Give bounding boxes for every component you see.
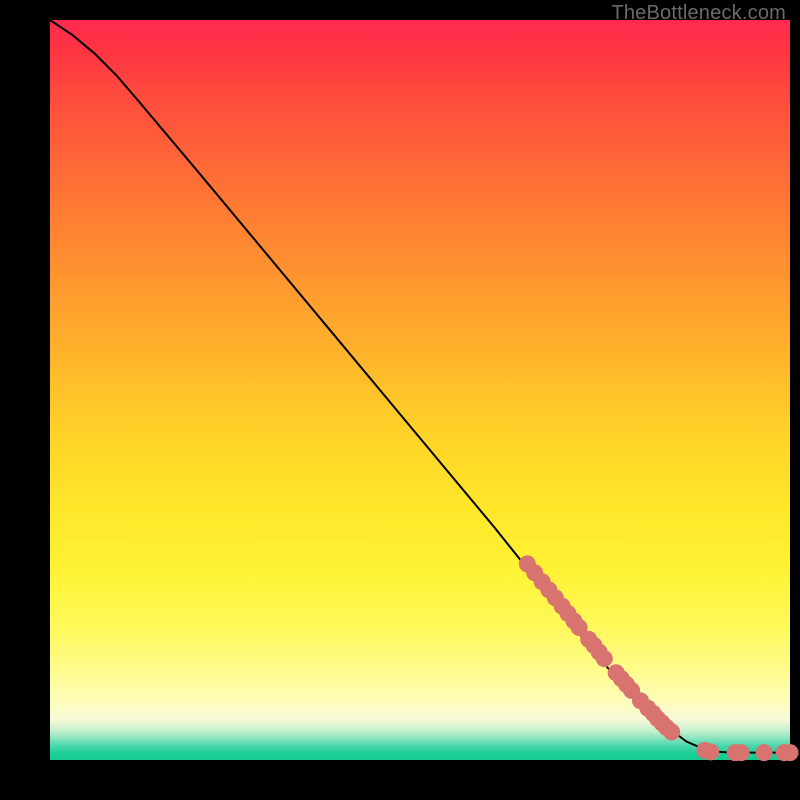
data-point: [702, 743, 719, 760]
data-point: [782, 744, 799, 761]
plot-area: [50, 20, 790, 760]
chart-stage: TheBottleneck.com: [0, 0, 800, 800]
data-point: [756, 744, 773, 761]
chart-svg: [50, 20, 790, 760]
data-point: [596, 650, 613, 667]
highlighted-points-group: [519, 555, 799, 761]
data-point: [663, 723, 680, 740]
bottleneck-curve: [50, 20, 790, 753]
data-point: [733, 744, 750, 761]
